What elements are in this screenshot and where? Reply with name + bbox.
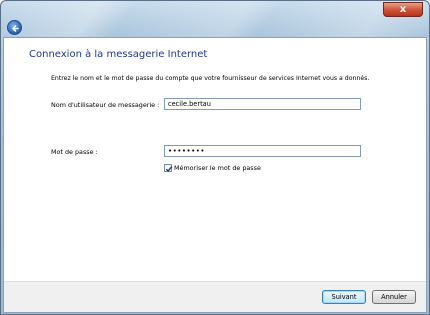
password-field[interactable]: •••••••• xyxy=(164,145,361,157)
back-button[interactable] xyxy=(7,20,22,35)
next-button[interactable]: Suivant xyxy=(322,290,366,304)
wizard-window: x Connexion à la messagerie Internet Ent… xyxy=(0,0,430,315)
button-bar: Suivant Annuler xyxy=(4,281,426,312)
title-bar: x xyxy=(1,1,429,37)
username-label: Nom d'utilisateur de messagerie : xyxy=(51,101,160,109)
close-icon: x xyxy=(399,4,407,15)
checkmark-icon xyxy=(165,166,173,173)
close-button[interactable]: x xyxy=(383,2,423,17)
instruction-text: Entrez le nom et le mot de passe du comp… xyxy=(51,75,370,82)
remember-password-checkbox[interactable] xyxy=(164,164,173,173)
remember-password-label[interactable]: Mémoriser le mot de passe xyxy=(174,164,261,172)
password-label: Mot de passe : xyxy=(51,148,98,156)
back-arrow-icon xyxy=(12,25,19,32)
cancel-button[interactable]: Annuler xyxy=(372,290,416,304)
username-field[interactable]: cecile.bertau xyxy=(164,98,361,110)
page-title: Connexion à la messagerie Internet xyxy=(29,49,208,60)
